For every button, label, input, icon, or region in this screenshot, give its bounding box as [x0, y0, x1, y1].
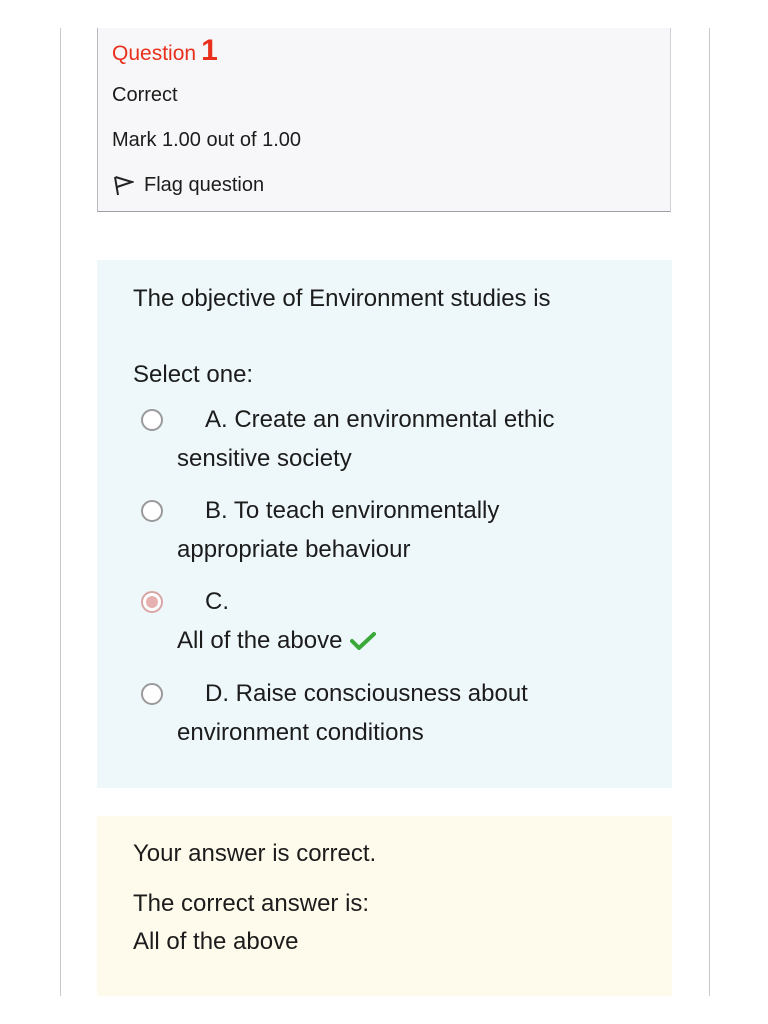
- answer-option-label: D. Raise consciousness about: [205, 680, 528, 707]
- check-icon: [350, 632, 377, 650]
- right-answer: All of the above: [133, 928, 299, 955]
- question-state: Correct: [112, 84, 178, 106]
- answer-option-label: C.: [205, 588, 229, 615]
- radio-b[interactable]: [141, 500, 163, 522]
- question-number: 1: [201, 34, 218, 67]
- question-word: Question: [112, 42, 197, 65]
- radio-c-selected[interactable]: [141, 591, 163, 613]
- question-info: Question 1 Correct Mark 1.00 out of 1.00 …: [97, 28, 671, 212]
- answer-option-text: environment conditions: [177, 719, 424, 746]
- question-text: The objective of Environment studies is: [133, 285, 551, 312]
- right-answer-label: The correct answer is:: [133, 890, 370, 917]
- answer-prompt: Select one:: [133, 361, 254, 388]
- answer-option-text: appropriate behaviour: [177, 536, 411, 563]
- flag-icon: [114, 176, 134, 196]
- flag-question-label: Flag question: [144, 173, 265, 196]
- flag-question-link[interactable]: Flag question: [112, 173, 264, 197]
- page-border-left: [60, 28, 61, 996]
- answer-option-text: sensitive society: [177, 445, 352, 472]
- question-label: Question 1: [112, 34, 218, 68]
- answer-option-text: All of the above: [177, 627, 343, 654]
- question-content: The objective of Environment studies is …: [97, 260, 672, 788]
- radio-a[interactable]: [141, 409, 163, 431]
- feedback-panel: Your answer is correct. The correct answ…: [97, 816, 672, 996]
- page-border-right: [709, 28, 710, 996]
- answer-option-label: A. Create an environmental ethic: [205, 406, 555, 433]
- feedback-result: Your answer is correct.: [133, 840, 377, 867]
- question-grade: Mark 1.00 out of 1.00: [112, 129, 302, 151]
- answer-option-label: B. To teach environmentally: [205, 497, 500, 524]
- answer-option-line: All of the above: [177, 627, 377, 655]
- radio-d[interactable]: [141, 683, 163, 705]
- quiz-review-page: Question 1 Correct Mark 1.00 out of 1.00 …: [0, 0, 768, 1024]
